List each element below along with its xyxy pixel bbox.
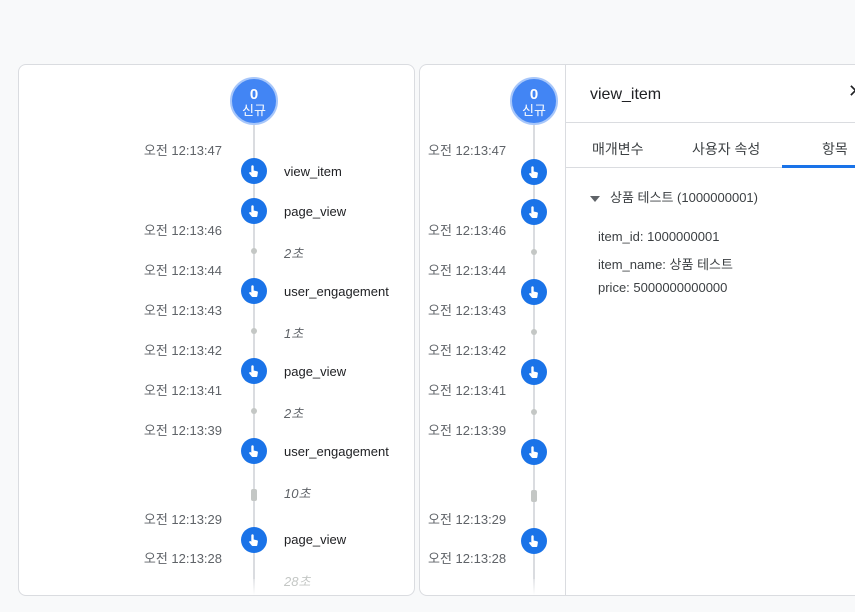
event-name[interactable]: page_view — [284, 364, 346, 379]
timestamp: 오전 12:13:43 — [428, 303, 507, 318]
gap-marker — [251, 489, 257, 501]
timestamp: 오전 12:13:46 — [428, 223, 507, 238]
item-section-label: 상품 테스트 (1000000001) — [610, 190, 758, 205]
gap-marker — [531, 409, 537, 415]
tab-parameters[interactable]: 매개변수 — [592, 139, 644, 159]
timestamp: 오전 12:13:41 — [428, 383, 507, 398]
timestamp: 오전 12:13:29 — [143, 512, 222, 527]
item-param: item_id: 1000000001 — [598, 229, 720, 244]
touch-icon[interactable] — [521, 528, 547, 554]
new-user-count: 0 — [529, 86, 539, 103]
timestamp: 오전 12:13:46 — [143, 223, 222, 238]
new-user-badge: 0 신규 — [230, 77, 278, 125]
tab-items[interactable]: 항목 — [822, 139, 848, 159]
timestamp: 오전 12:13:39 — [428, 423, 507, 438]
timestamp: 오전 12:13:28 — [143, 551, 222, 566]
gap-marker — [251, 328, 257, 334]
detail-tabs: 매개변수 사용자 속성 항목 — [566, 122, 855, 168]
event-name[interactable]: page_view — [284, 204, 346, 219]
touch-icon[interactable] — [241, 527, 267, 553]
gap-duration: 2초 — [284, 246, 304, 261]
touch-icon[interactable] — [241, 358, 267, 384]
event-detail-panel: 0 신규 오전 12:13:47 오전 12:13:46 오전 12:13:44… — [419, 64, 855, 596]
timestamp: 오전 12:13:42 — [428, 343, 507, 358]
timeline-spine — [253, 121, 255, 579]
event-name[interactable]: user_engagement — [284, 284, 389, 299]
new-user-badge: 0 신규 — [510, 77, 558, 125]
gap-marker — [531, 329, 537, 335]
item-section-header[interactable]: 상품 테스트 (1000000001) — [590, 187, 758, 206]
touch-icon[interactable] — [241, 438, 267, 464]
timestamp: 오전 12:13:39 — [143, 423, 222, 438]
timestamp: 오전 12:13:41 — [143, 383, 222, 398]
gap-marker — [531, 490, 537, 502]
gap-duration: 2초 — [284, 406, 304, 421]
touch-icon[interactable] — [521, 279, 547, 305]
touch-icon[interactable] — [241, 198, 267, 224]
new-user-count: 0 — [249, 86, 259, 103]
timestamp: 오전 12:13:47 — [143, 143, 222, 158]
event-name[interactable]: page_view — [284, 532, 346, 547]
touch-icon[interactable] — [521, 159, 547, 185]
event-timeline-panel: 0 신규 오전 12:13:47 오전 12:13:46 오전 12:13:44… — [18, 64, 415, 596]
gap-duration: 28초 — [284, 574, 311, 589]
triangle-down-icon[interactable] — [590, 195, 600, 202]
timestamp: 오전 12:13:43 — [143, 303, 222, 318]
timeline-spine — [533, 121, 535, 579]
touch-icon[interactable] — [521, 439, 547, 465]
gap-marker — [251, 248, 257, 254]
timeline-spine-fade — [533, 573, 535, 595]
event-name[interactable]: user_engagement — [284, 444, 389, 459]
timestamp: 오전 12:13:29 — [428, 512, 507, 527]
timestamp: 오전 12:13:44 — [428, 263, 507, 278]
touch-icon[interactable] — [241, 158, 267, 184]
touch-icon[interactable] — [521, 359, 547, 385]
gap-marker — [531, 249, 537, 255]
event-detail: view_item ✕ 매개변수 사용자 속성 항목 상품 테스트 (10000… — [565, 65, 855, 595]
event-detail-title: view_item — [590, 86, 662, 103]
close-icon[interactable]: ✕ — [848, 81, 855, 102]
tab-user-properties[interactable]: 사용자 속성 — [692, 139, 760, 159]
item-param: item_name: 상품 테스트 — [598, 257, 733, 272]
timestamp: 오전 12:13:44 — [143, 263, 222, 278]
touch-icon[interactable] — [241, 278, 267, 304]
new-user-label: 신규 — [522, 103, 546, 118]
touch-icon[interactable] — [521, 199, 547, 225]
gap-duration: 1초 — [284, 326, 304, 341]
active-tab-indicator — [782, 165, 855, 168]
event-name[interactable]: view_item — [284, 164, 342, 179]
timestamp: 오전 12:13:28 — [428, 551, 507, 566]
timeline-spine-fade — [253, 573, 255, 595]
item-param: price: 5000000000000 — [598, 280, 728, 295]
new-user-label: 신규 — [242, 103, 266, 118]
gap-duration: 10초 — [284, 486, 311, 501]
timestamp: 오전 12:13:47 — [428, 143, 507, 158]
timestamp: 오전 12:13:42 — [143, 343, 222, 358]
gap-marker — [251, 408, 257, 414]
